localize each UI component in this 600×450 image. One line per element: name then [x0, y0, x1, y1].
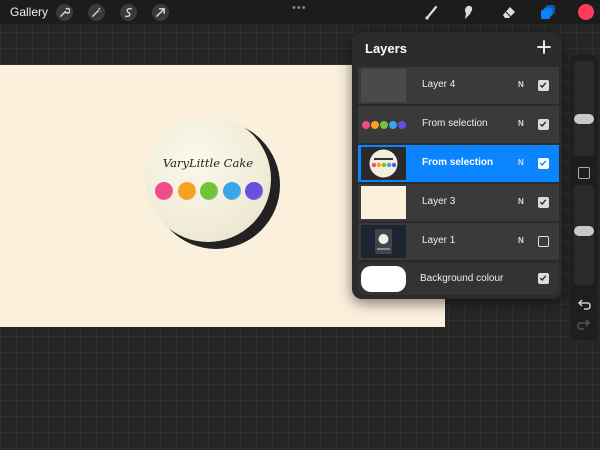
smudge-icon[interactable] — [458, 3, 478, 21]
logo-text: VaryLittle Cake — [162, 156, 254, 170]
layer-thumbnail — [361, 186, 406, 219]
blend-mode-button[interactable]: N — [518, 236, 524, 245]
opacity-handle[interactable] — [574, 225, 594, 236]
background-label: Background colour — [420, 273, 504, 284]
visibility-checkbox[interactable] — [538, 119, 549, 130]
blend-mode-button[interactable]: N — [518, 119, 524, 128]
blend-mode-button[interactable]: N — [518, 80, 524, 89]
add-layer-button[interactable] — [536, 39, 552, 55]
more-options-icon[interactable]: ••• — [292, 2, 307, 14]
visibility-checkbox[interactable] — [538, 273, 549, 284]
layer-thumbnail — [361, 69, 406, 102]
layer-row-selected[interactable]: From selection N — [358, 145, 559, 183]
layer-name: From selection — [422, 118, 488, 129]
layer-row[interactable]: Layer 4 N — [358, 67, 559, 105]
brush-size-slider[interactable] — [574, 61, 594, 156]
gallery-button[interactable]: Gallery — [10, 5, 48, 19]
background-thumbnail — [361, 266, 406, 292]
transform-arrow-icon[interactable] — [152, 4, 169, 21]
layer-name: From selection — [422, 157, 494, 168]
layer-thumbnail — [361, 225, 406, 258]
layer-row[interactable]: From selection N — [358, 106, 559, 144]
color-dot-pink — [155, 182, 173, 200]
layer-name: Layer 3 — [422, 196, 456, 207]
brush-icon[interactable] — [422, 3, 442, 21]
color-dot-purple — [245, 182, 263, 200]
background-colour-row[interactable]: Background colour — [358, 263, 559, 295]
eraser-icon[interactable] — [499, 3, 519, 21]
panel-title: Layers — [365, 41, 407, 56]
magic-wand-icon[interactable] — [88, 4, 105, 21]
visibility-checkbox[interactable] — [538, 158, 549, 169]
layer-row[interactable]: Layer 3 N — [358, 184, 559, 222]
layer-thumbnail — [361, 108, 406, 141]
color-picker-button[interactable] — [578, 4, 594, 20]
brush-size-handle[interactable] — [574, 113, 594, 124]
undo-icon[interactable] — [577, 298, 591, 312]
color-dots — [155, 182, 263, 200]
modify-button[interactable] — [578, 167, 590, 179]
redo-icon[interactable] — [577, 318, 591, 332]
color-dot-green — [200, 182, 218, 200]
wrench-icon[interactable] — [56, 4, 73, 21]
logo-circle: VaryLittle Cake — [145, 116, 271, 242]
layers-panel: Layers Layer 4 N From selection N From s… — [352, 33, 562, 299]
blend-mode-button[interactable]: N — [518, 158, 524, 167]
blend-mode-button[interactable]: N — [518, 197, 524, 206]
selection-icon[interactable] — [120, 4, 137, 21]
layer-thumbnail — [361, 147, 406, 180]
color-dot-orange — [177, 182, 196, 200]
visibility-checkbox[interactable] — [538, 80, 549, 91]
layers-icon[interactable] — [538, 3, 558, 21]
layer-name: Layer 1 — [422, 235, 456, 246]
layer-name: Layer 4 — [422, 79, 456, 90]
layer-row[interactable]: Layer 1 N — [358, 223, 559, 261]
right-sidebar — [570, 55, 598, 340]
color-dot-blue — [222, 182, 241, 200]
visibility-checkbox[interactable] — [538, 236, 549, 247]
visibility-checkbox[interactable] — [538, 197, 549, 208]
top-toolbar: Gallery ••• — [0, 0, 600, 24]
